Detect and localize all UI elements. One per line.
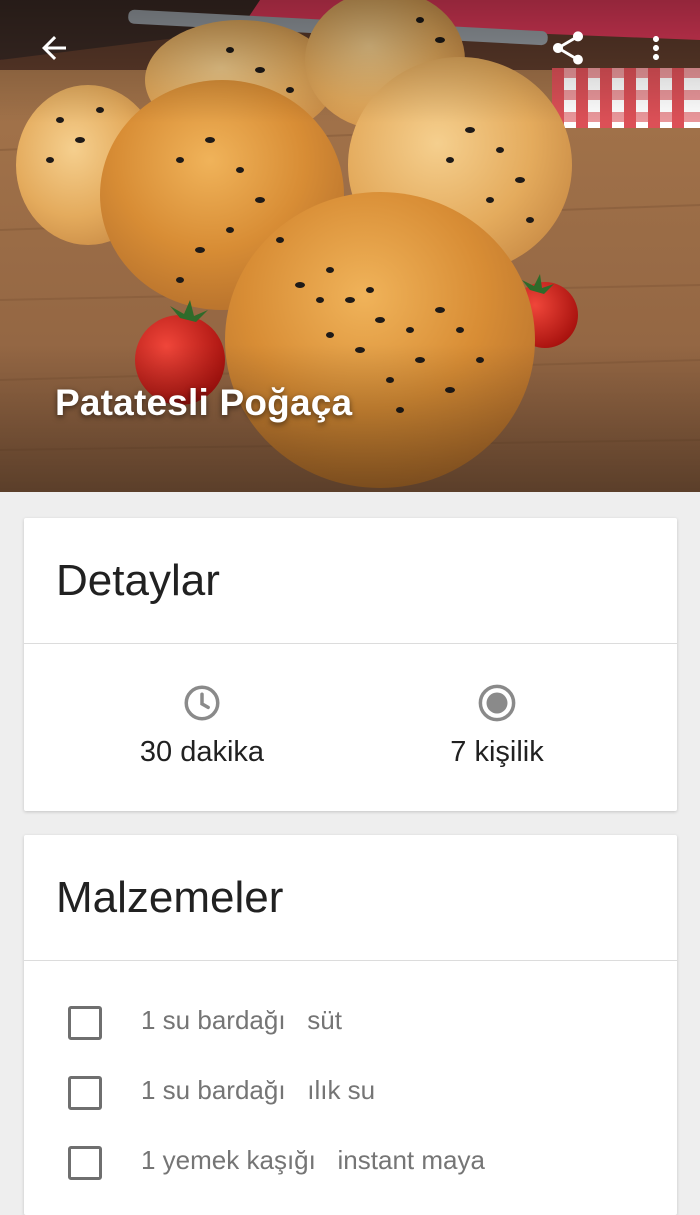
ingredient-checkbox[interactable] <box>68 1006 102 1040</box>
cooking-time-value: 30 dakika <box>139 736 265 768</box>
ingredient-name: ılık su <box>307 1075 376 1105</box>
back-button[interactable] <box>26 20 82 76</box>
recipe-hero-image: Patatesli Poğaça <box>0 0 700 492</box>
more-vert-icon <box>653 36 659 60</box>
ingredient-checkbox[interactable] <box>68 1146 102 1180</box>
ingredients-header: Malzemeler <box>24 835 677 961</box>
radio-dot-icon <box>478 684 516 722</box>
ingredient-text: 1 su bardağı süt <box>141 1005 342 1036</box>
cooking-time: 30 dakika <box>52 682 352 769</box>
ingredient-list: 1 su bardağı süt 1 su bardağı ılık su 1 … <box>24 961 677 1201</box>
toolbar <box>0 0 700 100</box>
ingredient-name: süt <box>307 1005 342 1035</box>
ingredient-amount: 1 yemek kaşığı <box>141 1145 316 1175</box>
servings: 7 kişilik <box>347 682 647 769</box>
ingredient-text: 1 yemek kaşığı instant maya <box>141 1145 485 1176</box>
more-options-button[interactable] <box>628 20 684 76</box>
details-header: Detaylar <box>24 518 677 644</box>
ingredient-name: instant maya <box>337 1145 485 1175</box>
ingredient-item[interactable]: 1 su bardağı süt <box>24 991 677 1061</box>
ingredient-amount: 1 su bardağı <box>141 1005 286 1035</box>
arrow-back-icon <box>42 36 66 60</box>
ingredient-item[interactable]: 1 su bardağı ılık su <box>24 1061 677 1131</box>
ingredients-card: Malzemeler 1 su bardağı süt 1 su bardağı… <box>24 835 677 1215</box>
servings-value: 7 kişilik <box>450 736 544 768</box>
share-icon <box>553 31 583 65</box>
clock-icon <box>184 685 220 721</box>
details-stats: 30 dakika 7 kişilik <box>24 644 677 810</box>
share-button[interactable] <box>540 20 596 76</box>
recipe-title: Patatesli Poğaça <box>55 382 353 423</box>
ingredient-amount: 1 su bardağı <box>141 1075 286 1105</box>
ingredient-text: 1 su bardağı ılık su <box>141 1075 375 1106</box>
ingredient-checkbox[interactable] <box>68 1076 102 1110</box>
details-card: Detaylar 30 dakika 7 kişilik <box>24 518 677 811</box>
